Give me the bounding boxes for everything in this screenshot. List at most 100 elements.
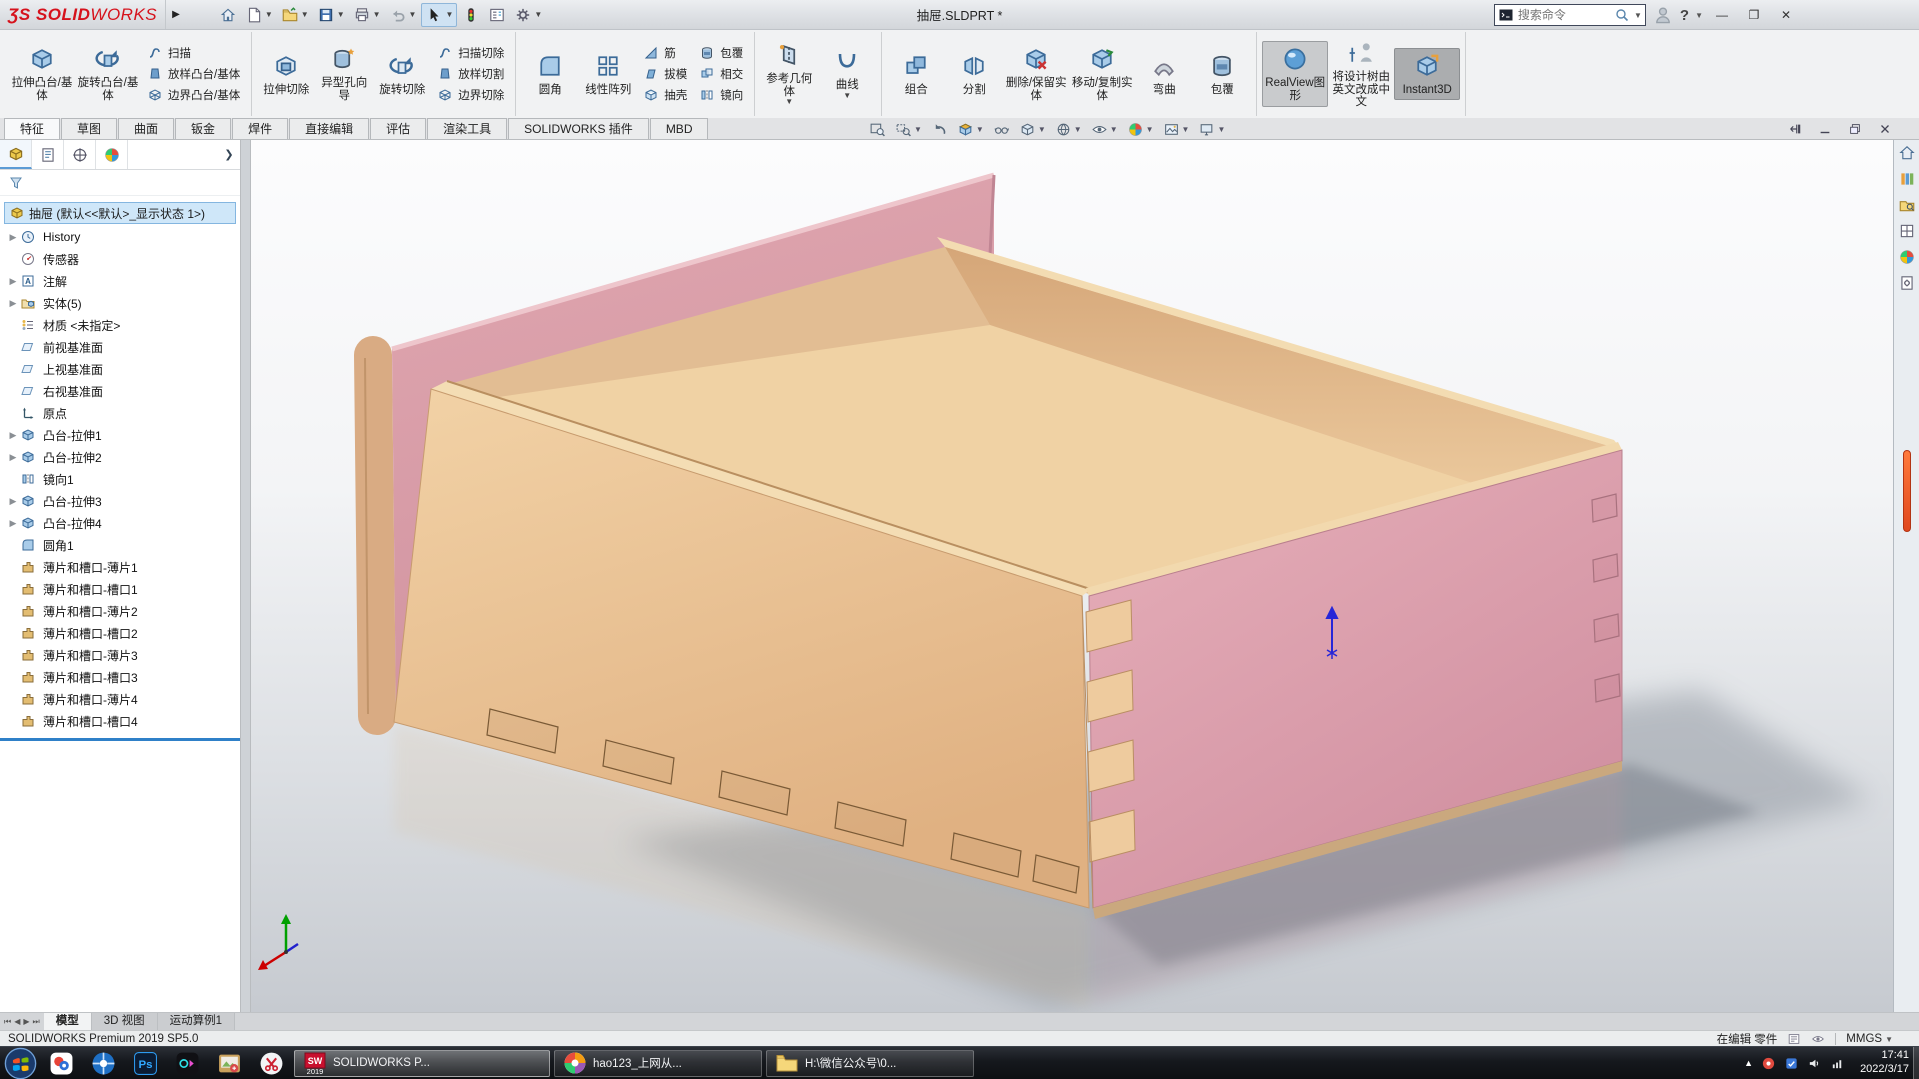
tab-last-icon[interactable]: ⏭ bbox=[33, 1017, 40, 1027]
save-button[interactable]: ▼ bbox=[314, 3, 348, 27]
tab-评估[interactable]: 评估 bbox=[370, 118, 427, 139]
file-explorer-icon[interactable] bbox=[1894, 192, 1919, 218]
tree-root-item[interactable]: 抽屉 (默认<<默认>_显示状态 1>) bbox=[4, 202, 236, 224]
ribbon-button-split[interactable]: 分割 bbox=[945, 48, 1003, 101]
ribbon-button-extrude-boss[interactable]: 拉伸凸台/基体 bbox=[9, 41, 75, 107]
tray-expand-icon[interactable]: ▲ bbox=[1744, 1058, 1753, 1068]
units-selector[interactable]: MMGS ▼ bbox=[1846, 1033, 1893, 1045]
doc-tab-3D 视图[interactable]: 3D 视图 bbox=[91, 1013, 158, 1030]
status-pane-icon[interactable] bbox=[1787, 1032, 1801, 1046]
screenshot-icon[interactable] bbox=[250, 1047, 292, 1079]
aperture-icon[interactable] bbox=[82, 1047, 124, 1079]
apply-scene-icon[interactable]: ▼ bbox=[1163, 121, 1189, 138]
tab-钣金[interactable]: 钣金 bbox=[175, 118, 232, 139]
view-orientation-icon[interactable]: ▼ bbox=[1019, 121, 1046, 138]
photos-icon[interactable] bbox=[208, 1047, 250, 1079]
tree-item[interactable]: 薄片和槽口-槽口3 bbox=[0, 666, 240, 688]
tree-item[interactable]: 薄片和槽口-槽口1 bbox=[0, 578, 240, 600]
undo-button[interactable]: ▼ bbox=[386, 3, 420, 27]
ribbon-button-mirror[interactable]: 镜向 bbox=[695, 85, 747, 106]
ribbon-button-revolve-cut[interactable]: 旋转切除 bbox=[373, 48, 431, 101]
close-button[interactable]: ✕ bbox=[1773, 4, 1799, 26]
start-button[interactable] bbox=[0, 1047, 40, 1079]
tree-item[interactable]: 薄片和槽口-薄片2 bbox=[0, 600, 240, 622]
tab-SOLIDWORKS 插件[interactable]: SOLIDWORKS 插件 bbox=[508, 118, 649, 139]
taskbar-clock[interactable]: 17:41 2022/3/17 bbox=[1860, 1049, 1909, 1077]
panel-splitter[interactable] bbox=[241, 140, 251, 1012]
tab-MBD[interactable]: MBD bbox=[649, 118, 709, 139]
tree-item[interactable]: ▶ History bbox=[0, 226, 240, 248]
tab-next-icon[interactable]: ▶ bbox=[23, 1017, 29, 1026]
tree-item[interactable]: ▶ 凸台-拉伸1 bbox=[0, 424, 240, 446]
previous-view-icon[interactable] bbox=[931, 121, 948, 138]
select-button[interactable]: ▼ bbox=[421, 2, 458, 27]
ribbon-button-sweep[interactable]: 扫描切除 bbox=[433, 43, 508, 64]
ribbon-button-sweep[interactable]: 扫描 bbox=[143, 43, 244, 64]
volume-icon[interactable] bbox=[1807, 1056, 1822, 1071]
panel-tab-config[interactable] bbox=[64, 140, 96, 169]
tree-item[interactable]: 薄片和槽口-槽口4 bbox=[0, 710, 240, 732]
ribbon-button-hole-wizard[interactable]: 异型孔向导 bbox=[315, 41, 373, 107]
tree-item[interactable]: ▶ 凸台-拉伸2 bbox=[0, 446, 240, 468]
ribbon-button-realview[interactable]: RealView图形 bbox=[1262, 41, 1329, 107]
ribbon-button-rib[interactable]: 筋 bbox=[639, 43, 691, 64]
status-eye-icon[interactable] bbox=[1811, 1032, 1825, 1046]
tab-nav-buttons[interactable]: ⏮ ◀ ▶ ⏭ bbox=[0, 1013, 44, 1030]
tree-item[interactable]: ▶ 凸台-拉伸3 bbox=[0, 490, 240, 512]
tree-item[interactable]: 薄片和槽口-薄片4 bbox=[0, 688, 240, 710]
custom-properties-icon[interactable] bbox=[1894, 270, 1919, 296]
ribbon-button-ref-geometry[interactable]: 参考几何体 ▼ bbox=[760, 37, 818, 112]
pin-panel-icon[interactable] bbox=[1785, 120, 1805, 138]
ribbon-button-combine[interactable]: 组合 bbox=[887, 48, 945, 101]
panel-expand-arrow-icon[interactable]: ❯ bbox=[218, 140, 240, 169]
minimize-doc-icon[interactable] bbox=[1815, 120, 1835, 138]
stoplight-button[interactable] bbox=[459, 3, 483, 27]
print-button[interactable]: ▼ bbox=[350, 3, 384, 27]
tray-red-icon[interactable] bbox=[1761, 1056, 1776, 1071]
tab-曲面[interactable]: 曲面 bbox=[118, 118, 175, 139]
annotation-view-icon[interactable] bbox=[993, 121, 1010, 138]
ribbon-button-pattern[interactable]: 线性阵列 bbox=[579, 48, 637, 101]
appearances-ball-icon[interactable] bbox=[1894, 244, 1919, 270]
tree-item[interactable]: 传感器 bbox=[0, 248, 240, 270]
ribbon-button-instant3d[interactable]: Instant3D bbox=[1394, 47, 1461, 101]
show-desktop-button[interactable] bbox=[1913, 1047, 1919, 1079]
ribbon-button-delete-body[interactable]: 删除/保留实体 bbox=[1003, 41, 1069, 107]
photoshop-icon[interactable]: Ps bbox=[124, 1047, 166, 1079]
display-style-icon[interactable]: ▼ bbox=[1055, 121, 1082, 138]
display-pane-button[interactable] bbox=[485, 3, 509, 27]
taskbar-window-button[interactable]: H:\微信公众号\0... bbox=[766, 1049, 974, 1077]
view-settings-icon[interactable]: ▼ bbox=[1198, 121, 1225, 138]
tree-item[interactable]: 薄片和槽口-槽口2 bbox=[0, 622, 240, 644]
panel-tab-fm-tree[interactable] bbox=[0, 140, 32, 169]
ribbon-button-shell[interactable]: 抽壳 bbox=[639, 85, 691, 106]
browser-360-icon[interactable] bbox=[40, 1047, 82, 1079]
task-pane-scrollbar[interactable] bbox=[1903, 450, 1911, 532]
search-input[interactable] bbox=[1517, 8, 1610, 22]
ribbon-button-flex[interactable]: 弯曲 bbox=[1135, 48, 1193, 101]
options-button[interactable]: ▼ bbox=[511, 3, 545, 27]
tree-item[interactable]: 前视基准面 bbox=[0, 336, 240, 358]
hide-show-icon[interactable]: ▼ bbox=[1091, 121, 1118, 138]
open-button[interactable]: ▼ bbox=[278, 3, 312, 27]
doc-tab-运动算例1[interactable]: 运动算例1 bbox=[157, 1013, 236, 1030]
panel-tab-display[interactable] bbox=[96, 140, 128, 169]
ribbon-button-wrap[interactable]: 包覆 bbox=[1193, 48, 1251, 101]
minimize-button[interactable]: — bbox=[1709, 4, 1735, 26]
tree-item[interactable]: 上视基准面 bbox=[0, 358, 240, 380]
view-palette-icon[interactable] bbox=[1894, 218, 1919, 244]
help-icon[interactable]: ? bbox=[1680, 7, 1689, 24]
okplayer-icon[interactable] bbox=[166, 1047, 208, 1079]
tree-item[interactable]: ▶ 凸台-拉伸4 bbox=[0, 512, 240, 534]
ribbon-button-intersect[interactable]: 相交 bbox=[695, 64, 747, 85]
ribbon-button-draft[interactable]: 拔模 bbox=[639, 64, 691, 85]
resources-home-icon[interactable] bbox=[1894, 140, 1919, 166]
tab-prev-icon[interactable]: ◀ bbox=[14, 1017, 20, 1026]
ribbon-button-extrude-cut[interactable]: 拉伸切除 bbox=[257, 48, 315, 101]
ribbon-button-tree-lang[interactable]: 将设计树由英文改成中文 bbox=[1328, 35, 1394, 114]
tree-item[interactable]: 原点 bbox=[0, 402, 240, 424]
taskbar-window-button[interactable]: SW 2019 SOLIDWORKS P... bbox=[294, 1049, 550, 1077]
graphics-area[interactable] bbox=[251, 140, 1893, 1012]
design-library-icon[interactable] bbox=[1894, 166, 1919, 192]
tab-特征[interactable]: 特征 bbox=[4, 118, 61, 139]
